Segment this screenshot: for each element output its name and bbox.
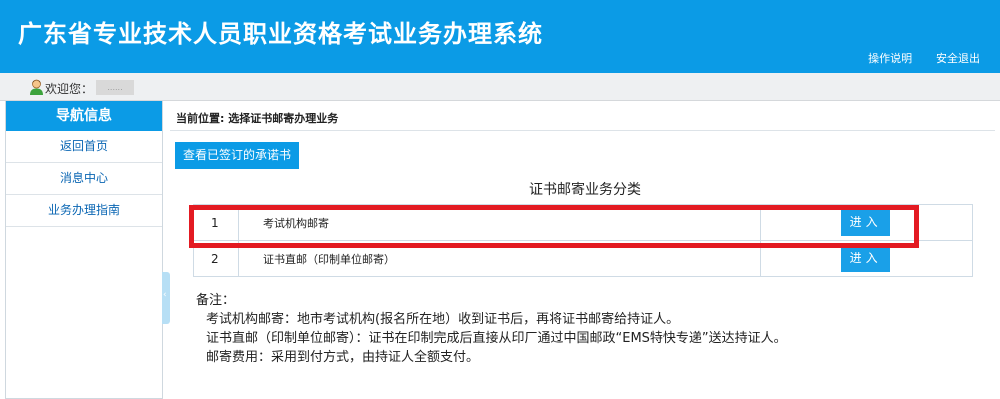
header: 广东省专业技术人员职业资格考试业务办理系统 操作说明 安全退出 xyxy=(0,0,1000,73)
note-line: 证书直邮（印制单位邮寄）：证书在印制完成后直接从印厂通过中国邮政“EMS特快专递… xyxy=(206,331,787,346)
section-title: 证书邮寄业务分类 xyxy=(529,182,641,198)
row-name: 考试机构邮寄 xyxy=(237,204,762,241)
breadcrumb-text: 当前位置: 选择证书邮寄办理业务 xyxy=(176,112,339,125)
username: ...... xyxy=(96,80,134,95)
breadcrumb: 当前位置: 选择证书邮寄办理业务 xyxy=(170,101,995,131)
row-name: 证书直邮（印制单位邮寄） xyxy=(237,240,762,277)
sidebar-item-home[interactable]: 返回首页 xyxy=(6,131,162,163)
enter-button-direct-mail[interactable]: 进入 xyxy=(841,245,891,272)
sidebar-collapse-handle[interactable]: ‹ xyxy=(162,272,170,324)
header-links: 操作说明 安全退出 xyxy=(848,50,980,66)
table-row: 1 考试机构邮寄 进入 xyxy=(193,204,973,241)
help-link[interactable]: 操作说明 xyxy=(868,52,912,65)
app-title: 广东省专业技术人员职业资格考试业务办理系统 xyxy=(18,20,543,48)
welcome-label: 欢迎您： xyxy=(45,82,94,96)
notes-heading: 备注： xyxy=(196,293,236,308)
user-avatar-icon xyxy=(30,79,43,95)
table-row: 2 证书直邮（印制单位邮寄） 进入 xyxy=(193,240,973,277)
logout-link[interactable]: 安全退出 xyxy=(936,52,980,65)
main-content: 当前位置: 选择证书邮寄办理业务 查看已签订的承诺书 证书邮寄业务分类 1 考试… xyxy=(170,101,995,399)
note-line: 考试机构邮寄：地市考试机构(报名所在地）收到证书后，再将证书邮寄给持证人。 xyxy=(206,312,680,327)
view-signed-commitment-button[interactable]: 查看已签订的承诺书 xyxy=(175,142,299,169)
row-number: 1 xyxy=(193,204,239,241)
sidebar-item-messages[interactable]: 消息中心 xyxy=(6,163,162,195)
note-line: 邮寄费用：采用到付方式，由持证人全额支付。 xyxy=(206,350,480,365)
business-table: 1 考试机构邮寄 进入 2 证书直邮（印制单位邮寄） 进入 xyxy=(193,204,973,277)
notes: 备注： 考试机构邮寄：地市考试机构(报名所在地）收到证书后，再将证书邮寄给持证人… xyxy=(196,291,787,367)
sidebar-title: 导航信息 xyxy=(6,101,162,131)
row-number: 2 xyxy=(193,240,239,277)
welcome-bar: 欢迎您： ...... xyxy=(0,73,1000,101)
sidebar: 导航信息 返回首页 消息中心 业务办理指南 xyxy=(5,101,163,399)
sidebar-item-guide[interactable]: 业务办理指南 xyxy=(6,195,162,227)
chevron-left-icon: ‹ xyxy=(163,290,167,300)
enter-button-exam-agency[interactable]: 进入 xyxy=(841,209,891,236)
